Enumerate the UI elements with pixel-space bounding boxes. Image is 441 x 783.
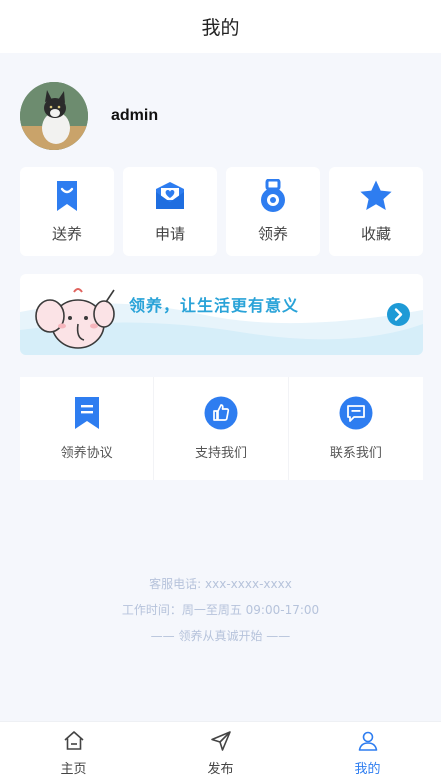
page-title: 我的 xyxy=(201,17,240,39)
home-icon xyxy=(63,730,84,750)
service-adoption-agreement[interactable]: 领养协议 xyxy=(20,377,155,480)
cat-avatar-image xyxy=(20,82,88,150)
avatar[interactable] xyxy=(20,82,88,150)
quick-action-send[interactable]: 送养 xyxy=(20,167,114,256)
quick-action-label: 收藏 xyxy=(360,225,391,243)
tab-label: 主页 xyxy=(60,761,87,777)
quick-action-favorites[interactable]: 收藏 xyxy=(329,167,423,256)
quick-action-label: 领养 xyxy=(257,225,288,243)
username: admin xyxy=(111,107,159,124)
quick-action-apply[interactable]: 申请 xyxy=(123,167,217,256)
service-label: 联系我们 xyxy=(329,446,382,461)
quick-action-label: 申请 xyxy=(154,225,185,243)
service-label: 领养协议 xyxy=(60,446,113,461)
page-header: 我的 xyxy=(0,0,441,53)
tab-publish[interactable]: 发布 xyxy=(147,722,294,783)
bottom-tab-bar: 主页 发布 我的 xyxy=(0,721,441,783)
tab-mine[interactable]: 我的 xyxy=(294,722,441,783)
elephant-mascot-illustration xyxy=(35,288,115,349)
user-icon xyxy=(358,731,377,751)
medal-icon xyxy=(261,179,285,212)
quick-action-label: 送养 xyxy=(51,225,82,243)
service-contact-us[interactable]: 联系我们 xyxy=(289,377,423,480)
heart-mail-icon xyxy=(156,182,184,209)
banner-slogan: 领养，让生活更有意义 xyxy=(129,296,300,315)
send-icon xyxy=(210,730,231,751)
adoption-banner[interactable]: 领养，让生活更有意义 xyxy=(20,274,423,355)
service-phone: 客服电话: xxx-xxxx-xxxx xyxy=(149,577,292,591)
star-icon xyxy=(360,180,392,210)
tab-label: 我的 xyxy=(354,761,381,777)
working-hours: 工作时间：周一至周五 09:00-17:00 xyxy=(121,603,320,617)
service-grid: 领养协议 支持我们 联系我们 xyxy=(20,377,423,480)
message-icon xyxy=(339,396,373,430)
thumbs-up-icon xyxy=(204,396,238,430)
footer-slogan: —— 领养从真诚开始 —— xyxy=(150,629,291,643)
arrow-right-circle-icon[interactable] xyxy=(387,303,410,326)
service-support-us[interactable]: 支持我们 xyxy=(154,377,289,480)
bookmark-icon xyxy=(74,397,99,429)
profile-section: admin xyxy=(20,82,158,150)
quick-actions: 送养 申请 领养 收藏 xyxy=(20,167,423,256)
bookmark-bag-icon xyxy=(57,181,77,211)
tab-label: 发布 xyxy=(207,761,234,777)
service-label: 支持我们 xyxy=(194,446,247,461)
quick-action-adopt[interactable]: 领养 xyxy=(226,167,320,256)
tab-home[interactable]: 主页 xyxy=(0,722,147,783)
